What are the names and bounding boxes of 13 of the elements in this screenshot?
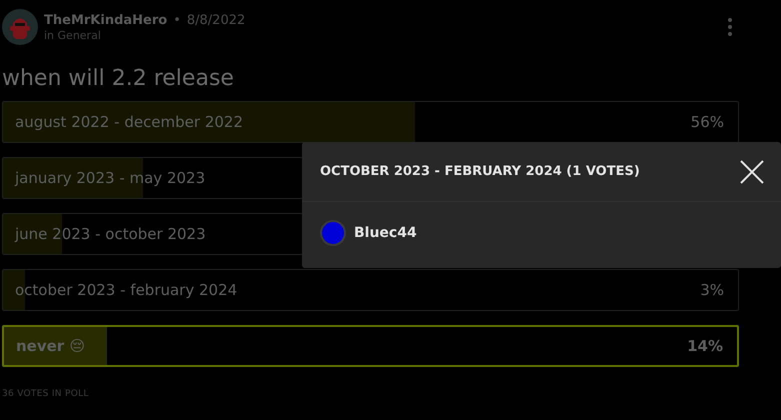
- option-percent: 14%: [687, 337, 723, 355]
- option-label: never 😔: [16, 337, 86, 355]
- post-date: 8/8/2022: [186, 12, 246, 28]
- vote-count: 36 VOTES IN POLL: [2, 389, 90, 399]
- option-label: june 2023 - october 2023: [15, 225, 206, 243]
- option-percent: 56%: [690, 113, 724, 131]
- option-label: august 2022 - december 2022: [15, 113, 244, 131]
- popup-title: OCTOBER 2023 - FEBRUARY 2024 (1 VOTES): [320, 164, 640, 179]
- option-label: october 2023 - february 2024: [15, 281, 238, 299]
- poll-question: when will 2.2 release: [2, 66, 235, 93]
- option-percent: 3%: [700, 281, 724, 299]
- separator: •: [173, 12, 181, 28]
- option-label: january 2023 - may 2023: [15, 169, 206, 187]
